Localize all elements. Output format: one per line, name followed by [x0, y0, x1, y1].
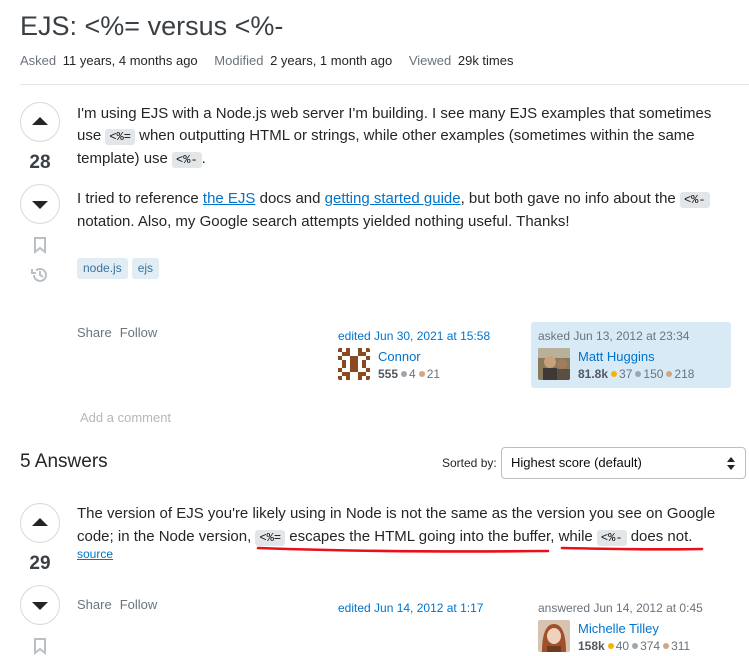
tag-nodejs[interactable]: node.js	[77, 258, 128, 279]
answerer-bronze-count: 311	[671, 639, 691, 653]
answerer-name[interactable]: Michelle Tilley	[578, 621, 659, 636]
asker-avatar[interactable]	[538, 348, 570, 380]
asker-name[interactable]: Matt Huggins	[578, 349, 655, 364]
modified-value[interactable]: 2 years, 1 month ago	[270, 53, 392, 68]
question-paragraph-1: I'm using EJS with a Node.js web server …	[77, 105, 712, 168]
answer-bookmark-button[interactable]	[20, 637, 60, 655]
sorted-by-label: Sorted by:	[442, 456, 497, 470]
answer-share-link[interactable]: Share	[77, 597, 112, 612]
asker-reputation: 81.8k	[578, 367, 609, 381]
asked-value: 11 years, 4 months ago	[62, 53, 198, 68]
question-edited-link[interactable]: edited Jun 30, 2021 at 15:58	[338, 329, 490, 343]
question-follow-link[interactable]: Follow	[120, 325, 158, 340]
bookmark-icon	[34, 638, 46, 655]
editor-stats: 555 4 21	[378, 367, 440, 381]
bookmark-icon	[34, 237, 46, 254]
asker-silver-count: 150	[643, 367, 664, 381]
code-inline: <%-	[679, 192, 710, 208]
editor-silver-count: 4	[409, 367, 416, 381]
code-inline: <%=	[105, 129, 135, 145]
sort-select-value: Highest score (default)	[511, 455, 642, 470]
answer-upvote-button[interactable]	[20, 503, 60, 543]
asker-bronze-count: 218	[674, 367, 695, 381]
question-paragraph-2: I tried to reference the EJS docs and ge…	[77, 188, 727, 233]
identicon-image	[338, 348, 370, 380]
bronze-badge-icon	[663, 643, 670, 650]
editor-name[interactable]: Connor	[378, 349, 421, 364]
editor-avatar[interactable]	[338, 348, 370, 380]
question-downvote-button[interactable]	[20, 184, 60, 224]
answer-post-menu: Share Follow	[77, 597, 165, 612]
getting-started-link[interactable]: getting started guide	[325, 190, 461, 207]
select-arrows-icon	[727, 457, 735, 470]
red-underline-2	[560, 546, 704, 551]
answer-downvote-button[interactable]	[20, 585, 60, 625]
answerer-gold-count: 40	[615, 639, 630, 653]
viewed-label: Viewed	[408, 53, 452, 68]
question-title[interactable]: EJS: <%= versus <%-	[20, 8, 283, 44]
tag-ejs[interactable]: ejs	[131, 258, 160, 279]
question-share-link[interactable]: Share	[77, 325, 112, 340]
answerer-stats: 158k 40 374 311	[578, 639, 690, 653]
silver-badge-icon	[632, 643, 639, 650]
silver-badge-icon	[401, 371, 408, 378]
asker-gold-count: 37	[619, 367, 633, 381]
arrow-down-icon	[32, 602, 48, 610]
profile-photo-image	[538, 348, 570, 380]
silver-badge-icon	[635, 371, 642, 378]
red-underline-1	[256, 546, 550, 553]
answer-follow-link[interactable]: Follow	[120, 597, 158, 612]
question-meta: Asked 11 years, 4 months ago Modified 2 …	[20, 53, 527, 69]
answers-count-heading: 5 Answers	[20, 451, 108, 472]
history-icon	[31, 267, 47, 282]
header-divider	[20, 84, 749, 85]
asker-stats: 81.8k 37 150 218	[578, 367, 694, 381]
code-inline: <%-	[172, 152, 202, 168]
answerer-reputation: 158k	[578, 639, 605, 653]
gold-badge-icon	[611, 371, 618, 378]
editor-reputation: 555	[378, 367, 399, 381]
question-bookmark-button[interactable]	[20, 236, 60, 254]
viewed-value: 29k times	[457, 53, 514, 68]
answerer-silver-count: 374	[640, 639, 661, 653]
arrow-down-icon	[32, 201, 48, 209]
add-comment-link[interactable]: Add a comment	[80, 410, 171, 425]
bronze-badge-icon	[418, 371, 425, 378]
source-link[interactable]: source	[77, 547, 113, 561]
arrow-up-icon	[32, 117, 48, 125]
question-body: I'm using EJS with a Node.js web server …	[77, 103, 727, 233]
asked-label: Asked	[20, 53, 57, 68]
answer-vote-count: 29	[29, 553, 51, 574]
answered-timestamp[interactable]: answered Jun 14, 2012 at 0:45	[538, 601, 703, 615]
gold-badge-icon	[607, 643, 614, 650]
question-upvote-button[interactable]	[20, 102, 60, 142]
tag-list: node.js ejs	[77, 258, 163, 279]
modified-label: Modified	[214, 53, 264, 68]
bronze-badge-icon	[666, 371, 673, 378]
editor-bronze-count: 21	[426, 367, 441, 381]
question-post-menu: Share Follow	[77, 325, 165, 340]
red-underline-annotation	[256, 546, 704, 553]
answerer-avatar[interactable]	[538, 620, 570, 652]
ejs-link[interactable]: the EJS	[203, 190, 256, 207]
answer-source-link[interactable]: source	[77, 547, 113, 561]
answer-edited-link[interactable]: edited Jun 14, 2012 at 1:17	[338, 601, 483, 615]
arrow-up-icon	[32, 518, 48, 526]
asked-timestamp[interactable]: asked Jun 13, 2012 at 23:34	[538, 329, 689, 343]
question-vote-count: 28	[29, 152, 51, 173]
sort-select[interactable]: Highest score (default)	[501, 447, 746, 479]
question-history-button[interactable]	[20, 265, 60, 285]
profile-photo-image	[538, 620, 570, 652]
